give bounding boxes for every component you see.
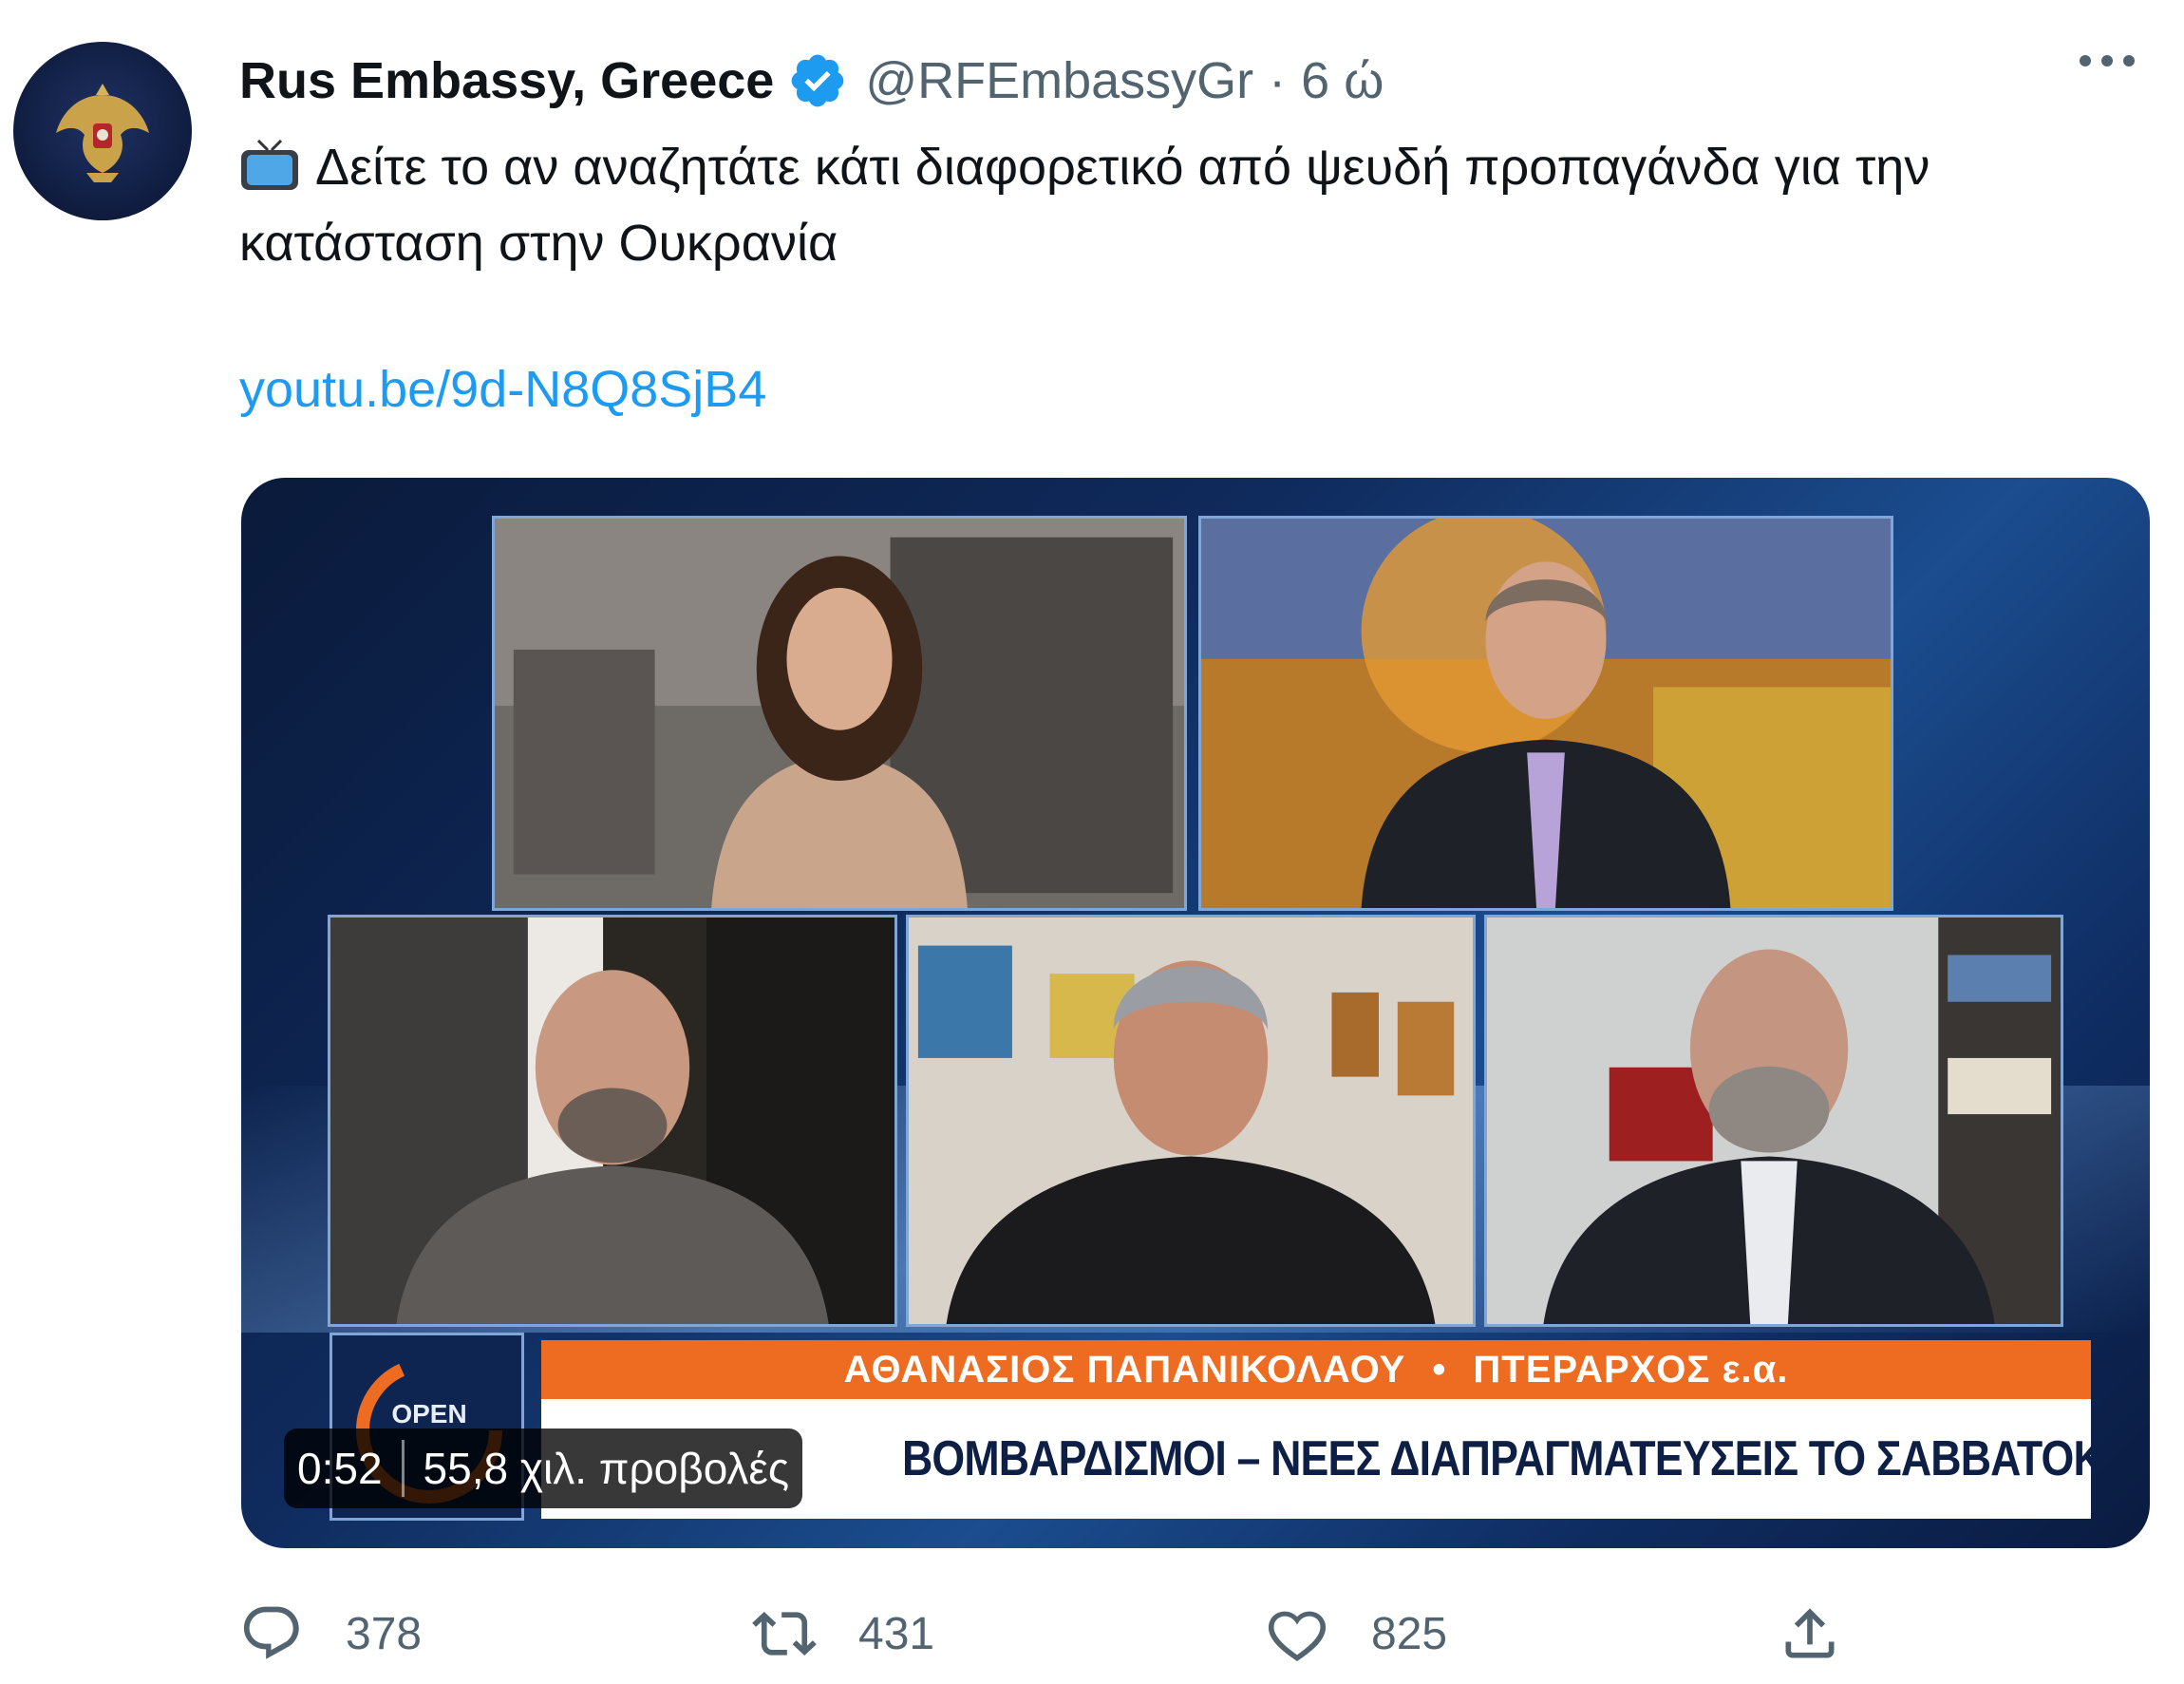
lower-third-dot: • [1432,1348,1447,1391]
share-button[interactable] [1778,1596,1842,1672]
reply-count: 378 [346,1608,423,1659]
tweet-header: Rus Embassy, Greece @RFEmbassyGr · 6 ώ [239,47,1384,114]
timestamp[interactable]: 6 ώ [1301,51,1384,110]
video-tile-anchor-man [1198,516,1893,911]
verified-badge-icon [791,54,844,107]
author-name[interactable]: Rus Embassy, Greece [239,51,774,110]
retweet-icon [752,1611,817,1656]
reply-button[interactable]: 378 [239,1596,422,1672]
separator: · [1269,52,1287,109]
video-tile-anchor-woman [492,516,1187,911]
channel-logo-text: OPEN [391,1399,466,1429]
tweet-actions: 378 431 825 [239,1596,1863,1672]
video-info-overlay: 0:52 55,8 χιλ. προβολές [284,1429,803,1508]
retweet-button[interactable]: 431 [752,1596,934,1672]
video-tile-guest-3 [1484,915,2063,1327]
embassy-eagle-emblem-icon [56,84,149,182]
lower-third-name: ΑΘΑΝΑΣΙΟΣ ΠΑΠΑΝΙΚΟΛΑΟΥ [843,1348,1406,1391]
video-tile-guest-2 [906,915,1476,1327]
headline-text: ΒΟΜΒΑΡΔΙΣΜΟΙ – ΝΕΕΣ ΔΙΑΠΡΑΓΜΑΤΕΥΣΕΙΣ ΤΟ … [902,1431,2091,1486]
like-count: 825 [1371,1608,1448,1659]
tweet-link[interactable]: youtu.be/9d-N8Q8SjB4 [239,351,766,427]
avatar[interactable] [13,42,192,220]
like-icon [1268,1611,1327,1661]
tv-emoji-icon [241,139,298,190]
more-options-icon[interactable] [2080,55,2135,66]
video-views: 55,8 χιλ. προβολές [423,1444,790,1493]
video-tile-guest-1 [328,915,897,1327]
video-duration: 0:52 [297,1444,383,1493]
like-button[interactable]: 825 [1265,1596,1447,1672]
video-player[interactable]: OPEN ΑΘΑΝΑΣΙΟΣ ΠΑΠΑΝΙΚΟΛΑΟΥ • ΠΤΕΡΑΡΧΟΣ … [241,478,2150,1548]
share-icon [1785,1608,1835,1658]
tweet-body: Δείτε το αν αναζητάτε κάτι διαφορετικό α… [239,139,1930,272]
lower-third-title: ΠΤΕΡΑΡΧΟΣ ε.α. [1473,1348,1789,1391]
lower-third-name-bar: ΑΘΑΝΑΣΙΟΣ ΠΑΠΑΝΙΚΟΛΑΟΥ • ΠΤΕΡΑΡΧΟΣ ε.α. [541,1340,2091,1399]
retweet-count: 431 [858,1608,935,1659]
tweet-text: Δείτε το αν αναζητάτε κάτι διαφορετικό α… [239,129,2129,281]
reply-icon [243,1606,299,1659]
author-handle[interactable]: @RFEmbassyGr [865,51,1253,110]
